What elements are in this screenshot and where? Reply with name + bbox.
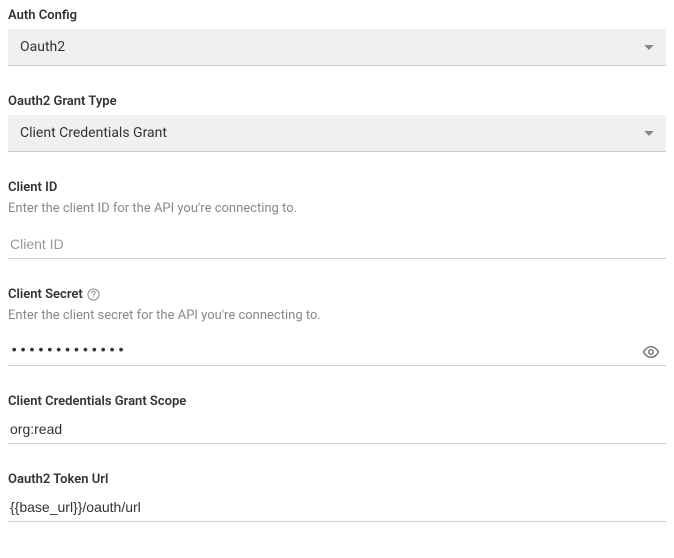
- client-id-help: Enter the client ID for the API you're c…: [8, 201, 666, 216]
- grant-type-label: Oauth2 Grant Type: [8, 94, 666, 109]
- help-icon[interactable]: [87, 288, 100, 301]
- client-secret-label-text: Client Secret: [8, 287, 83, 302]
- client-id-label: Client ID: [8, 180, 666, 195]
- auth-config-value: Oauth2: [20, 39, 65, 55]
- grant-type-field: Oauth2 Grant Type Client Credentials Gra…: [8, 94, 666, 152]
- grant-type-value: Client Credentials Grant: [20, 125, 167, 141]
- auth-config-label: Auth Config: [8, 8, 666, 23]
- client-secret-label: Client Secret: [8, 287, 666, 302]
- scope-field: Client Credentials Grant Scope: [8, 394, 666, 444]
- token-url-input[interactable]: [8, 493, 666, 522]
- chevron-down-icon: [644, 44, 654, 50]
- client-secret-help: Enter the client secret for the API you'…: [8, 308, 666, 323]
- eye-icon[interactable]: [642, 343, 660, 361]
- client-id-input[interactable]: [8, 230, 666, 259]
- scope-label: Client Credentials Grant Scope: [8, 394, 666, 409]
- client-id-field: Client ID Enter the client ID for the AP…: [8, 180, 666, 259]
- client-secret-input-wrapper: •••••••••••••: [8, 337, 666, 366]
- chevron-down-icon: [644, 130, 654, 136]
- auth-config-field: Auth Config Oauth2: [8, 8, 666, 66]
- client-secret-input[interactable]: •••••••••••••: [8, 337, 666, 366]
- grant-type-select[interactable]: Client Credentials Grant: [8, 115, 666, 152]
- auth-config-select[interactable]: Oauth2: [8, 29, 666, 66]
- token-url-label: Oauth2 Token Url: [8, 472, 666, 487]
- scope-input[interactable]: [8, 415, 666, 444]
- token-url-field: Oauth2 Token Url: [8, 472, 666, 522]
- client-secret-field: Client Secret Enter the client secret fo…: [8, 287, 666, 366]
